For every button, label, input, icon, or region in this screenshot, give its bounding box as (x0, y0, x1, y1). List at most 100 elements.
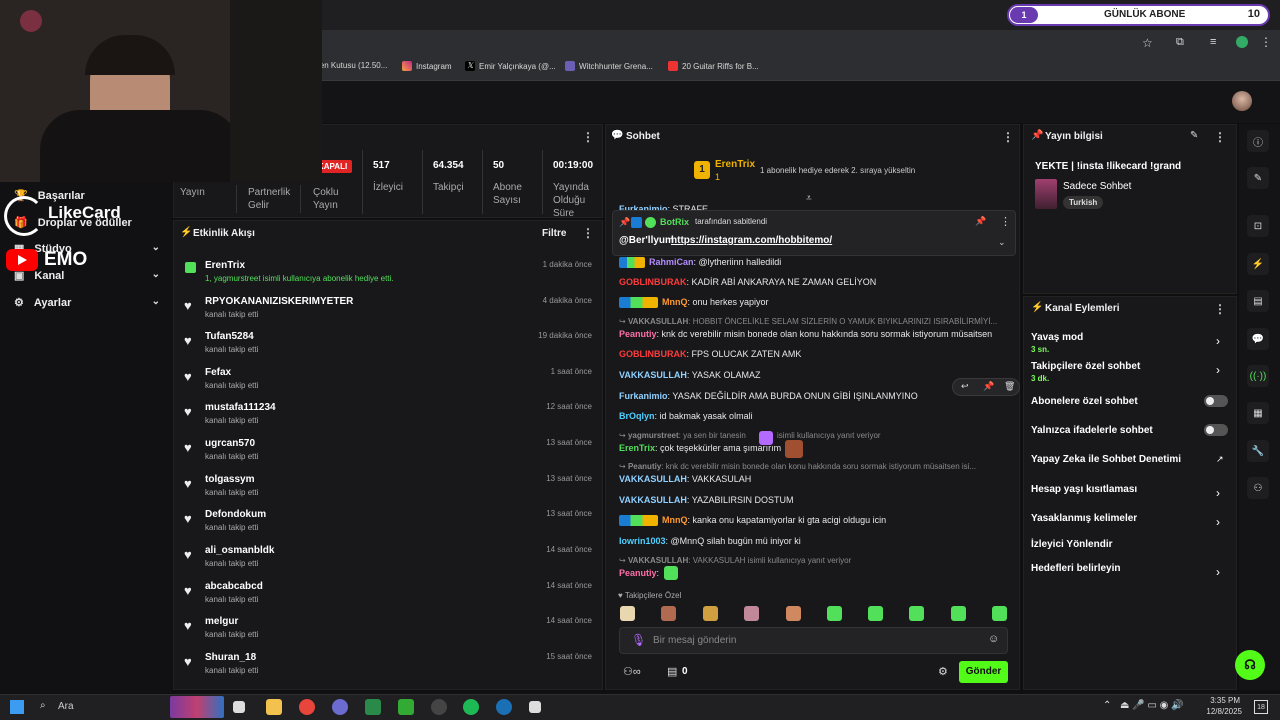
reply-context[interactable]: ↪ yagmurstreet: ya sen bir tanesin (619, 431, 746, 440)
channel-action-item[interactable]: Yasaklanmış kelimeler (1031, 513, 1137, 524)
activity-event[interactable]: ♥ melgur kanalı takip etti 14 saat önce (184, 612, 594, 646)
lightning-icon[interactable]: ⚡ (1247, 253, 1269, 275)
file-explorer-icon[interactable] (266, 699, 282, 715)
edit-icon[interactable]: ✎ (1190, 130, 1198, 141)
reply-icon[interactable]: ↩ (961, 381, 969, 392)
channel-action-item[interactable]: Abonelere özel sohbet (1031, 396, 1138, 407)
discord-icon[interactable] (332, 699, 348, 715)
activity-event[interactable]: ♥ ali_osmanbldk kanalı takip etti 14 saat ö… (184, 541, 594, 575)
activity-event[interactable]: ♥ Tufan5284 kanalı takip etti 19 dakika önc… (184, 327, 594, 361)
delete-icon[interactable]: 🗑 (1004, 381, 1015, 392)
filter-button[interactable]: Filtre (542, 228, 566, 239)
chat-username[interactable]: BrOqlyn (619, 411, 655, 421)
emote-picker-item[interactable] (786, 606, 801, 621)
nvidia-icon[interactable] (398, 699, 414, 715)
activity-event[interactable]: ♥ abcabcabcd kanalı takip etti 14 saat önce (184, 577, 594, 611)
chat-username[interactable]: Iowrin1003 (619, 536, 666, 546)
chat-message[interactable]: VAKKASULLAH: YASAK OLAMAZ (619, 370, 761, 380)
chat-message[interactable]: Furkanimio: YASAK DEĞİLDİR AMA BURDA ONU… (619, 391, 918, 401)
emote-picker-item[interactable] (909, 606, 924, 621)
support-icon[interactable]: ☊ (1235, 650, 1265, 680)
chat-username[interactable]: VAKKASULLAH (628, 556, 688, 565)
reply-context[interactable]: ↪ Peanutiy: knk dc verebilir misin boned… (619, 462, 976, 471)
chat-username[interactable]: ErenTrix (619, 443, 655, 453)
broadcast-icon[interactable]: ((·)) (1247, 365, 1269, 387)
chat-message[interactable]: RahmiCan: @lytheriinn halledildi (619, 257, 781, 269)
toggle-switch[interactable] (1204, 424, 1228, 436)
chat-username[interactable]: yagmurstreet (628, 431, 679, 440)
tray-icons[interactable]: ⏏ 🎤 ▭ ◉ 🔊 (1120, 700, 1184, 711)
points-icon[interactable]: ⚇∞ (623, 665, 641, 678)
chat-username[interactable]: GOBLINBURAK (619, 349, 687, 359)
chat-username[interactable]: VAKKASULLAH (619, 370, 687, 380)
xbox-icon[interactable] (365, 699, 381, 715)
activity-event[interactable]: ♥ mustafa111234 kanalı takip etti 12 saat ö… (184, 398, 594, 432)
stream-info-menu-icon[interactable]: ⋮ (1214, 130, 1226, 144)
gifter-name[interactable]: ErenTrix (715, 159, 755, 170)
chevron-right-icon[interactable]: › (1216, 486, 1220, 500)
channel-actions-menu-icon[interactable]: ⋮ (1214, 302, 1226, 316)
emote-picker-item[interactable] (703, 606, 718, 621)
chevron-down-icon[interactable]: ⌄ (998, 237, 1006, 248)
wrench-icon[interactable]: 🔧 (1247, 440, 1269, 462)
activity-event[interactable]: ♥ ugrcan570 kanalı takip etti 13 saat önce (184, 434, 594, 468)
chrome-icon[interactable] (299, 699, 315, 715)
chevron-right-icon[interactable]: › (1216, 565, 1220, 579)
emoji-icon[interactable]: ☺ (988, 633, 999, 645)
chat-username[interactable]: GOBLINBURAK (619, 277, 687, 287)
spotify-icon[interactable] (463, 699, 479, 715)
activity-event[interactable]: ♥ Fefax kanalı takip etti 1 saat önce (184, 363, 594, 397)
sidebar-item-settings[interactable]: ⚙ Ayarlar ⌄ (14, 296, 160, 309)
settings-icon[interactable] (529, 701, 541, 713)
steam-icon[interactable] (496, 699, 512, 715)
users-icon[interactable]: ⚇ (1247, 477, 1269, 499)
emote-picker-item[interactable] (951, 606, 966, 621)
expand-icon[interactable]: ⩡ (806, 193, 812, 204)
emote-picker-item[interactable] (661, 606, 676, 621)
chat-message[interactable]: Peanutiy: knk dc verebilir misin bonede … (619, 329, 992, 339)
chat-message[interactable]: VAKKASULLAH: YAZABILIRSIN DOSTUM (619, 495, 794, 505)
chat-message[interactable]: MnnQ: kanka onu kapatamiyorlar ki gta ac… (619, 515, 886, 527)
chat-username[interactable]: Peanutiy (619, 329, 657, 339)
notification-badge[interactable]: 18 (1254, 700, 1268, 714)
pin-icon[interactable]: 📌 (983, 381, 994, 392)
tray-chevron-icon[interactable]: ⌃ (1103, 700, 1111, 711)
task-view-icon[interactable] (233, 701, 245, 713)
chat-username[interactable]: RahmiCan (649, 257, 694, 267)
reply-context[interactable]: ↪ VAKKASULLAH: VAKKASULAH isimli kullanı… (619, 556, 851, 565)
chevron-right-icon[interactable]: › (1216, 334, 1220, 348)
chevron-right-icon[interactable]: › (1216, 363, 1220, 377)
pinned-message[interactable]: 📌 BotRix tarafından sabitlendi 📌 ⋮ @Ber'… (612, 210, 1016, 256)
unpin-icon[interactable]: 📌 (975, 216, 986, 227)
activity-event[interactable]: ♥ tolgassym kanalı takip etti 13 saat önce (184, 470, 594, 504)
pinned-link[interactable]: https://instagram.com/hobbitemo/ (671, 235, 832, 246)
external-link-icon[interactable]: ↗ (1216, 454, 1224, 465)
media-icon[interactable]: ≡ (1210, 36, 1216, 48)
chat-message[interactable]: VAKKASULLAH: VAKKASULAH (619, 474, 751, 484)
emote-picker-item[interactable] (827, 606, 842, 621)
channel-action-item[interactable]: Yavaş mod 3 sn. (1031, 332, 1083, 354)
chat-icon[interactable]: 💬 (1247, 328, 1269, 350)
stat-multistream[interactable]: Çoklu Yayın (313, 186, 363, 212)
activity-event[interactable]: ErenTrix 1, yagmurstreet isimli kullanıcı… (184, 256, 594, 290)
chat-message[interactable]: Iowrin1003: @MnnQ silah bugün mü iniyor … (619, 536, 801, 546)
toggle-switch[interactable] (1204, 395, 1228, 407)
emote-picker-item[interactable] (868, 606, 883, 621)
reply-context[interactable]: ↪ VAKKASULLAH: HOBBIT ÖNCELİKLE SELAM Sİ… (619, 317, 997, 326)
taskbar-search[interactable]: Ara (58, 701, 74, 712)
chat-username[interactable]: Peanutiy (628, 462, 661, 471)
bookmark-item[interactable]: Instagram (402, 61, 452, 71)
channel-action-item[interactable]: Yapay Zeka ile Sohbet Denetimi (1031, 454, 1181, 465)
info-icon[interactable]: ⓘ (1247, 130, 1269, 152)
channel-action-item[interactable]: Hesap yaşı kısıtlaması (1031, 484, 1137, 495)
tag-chip[interactable]: Turkish (1063, 196, 1104, 209)
stat-stream[interactable]: Yayın (180, 186, 205, 199)
channel-action-item[interactable]: Takipçilere özel sohbet 3 dk. (1031, 361, 1140, 383)
windows-start-icon[interactable] (10, 700, 24, 714)
edit-icon[interactable]: ✎ (1247, 167, 1269, 189)
channel-action-item[interactable]: İzleyici Yönlendir (1031, 539, 1113, 550)
chat-message[interactable]: BrOqlyn: id bakmak yasak olmali (619, 411, 753, 421)
chat-username[interactable]: MnnQ (662, 515, 688, 525)
activity-event[interactable]: ♥ Defondokum kanalı takip etti 13 saat önce (184, 505, 594, 539)
chat-message[interactable]: GOBLINBURAK: FPS OLUCAK ZATEN AMK (619, 349, 801, 359)
